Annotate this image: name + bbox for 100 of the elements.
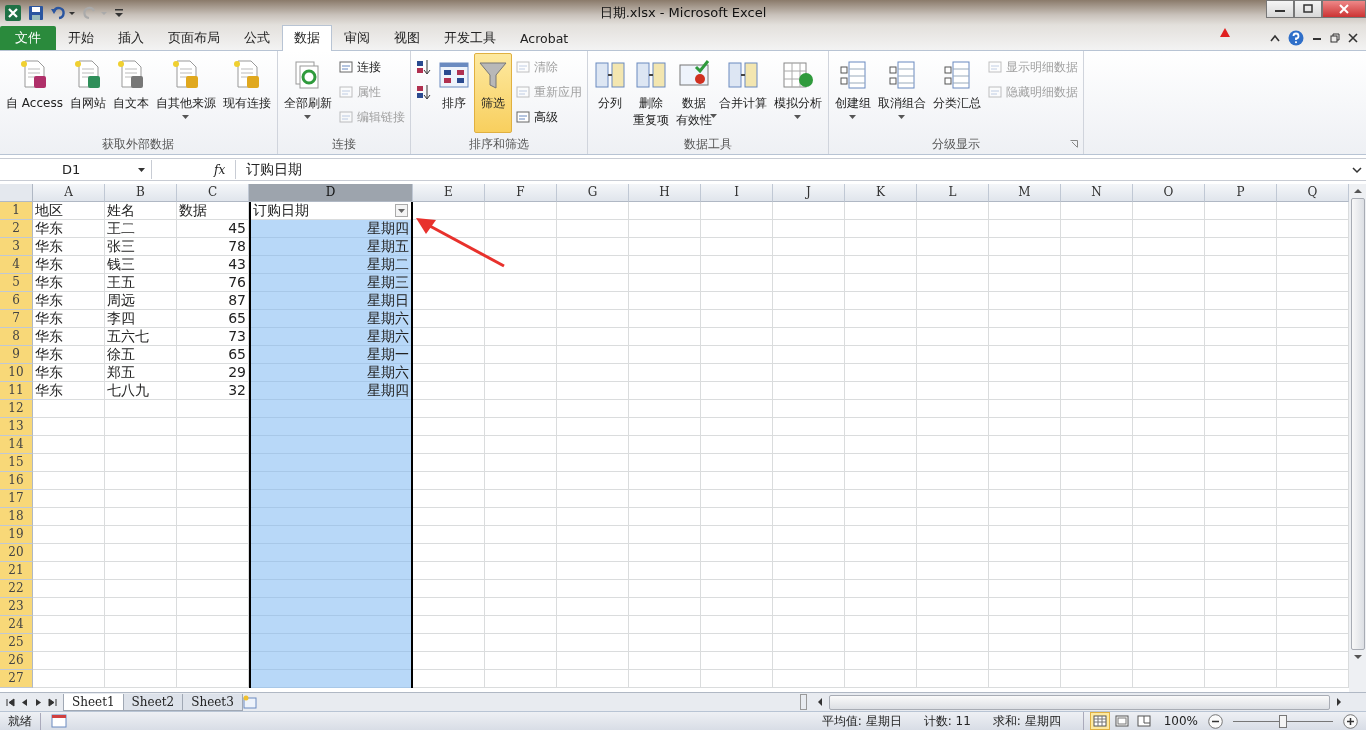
- ribbon-button[interactable]: 取消组合: [874, 53, 929, 133]
- column-header[interactable]: H: [629, 184, 701, 202]
- row-header[interactable]: 19: [0, 526, 33, 544]
- save-icon[interactable]: [28, 4, 44, 21]
- scroll-up-icon[interactable]: [1352, 188, 1363, 194]
- row-header[interactable]: 9: [0, 346, 33, 364]
- column-header[interactable]: O: [1133, 184, 1205, 202]
- ribbon-button[interactable]: 分列: [590, 53, 629, 133]
- vertical-scrollbar[interactable]: [1349, 184, 1366, 692]
- row-header[interactable]: 26: [0, 652, 33, 670]
- row-header[interactable]: 5: [0, 274, 33, 292]
- last-sheet-icon[interactable]: [48, 697, 57, 707]
- sheet-tab[interactable]: Sheet2: [122, 693, 184, 711]
- scroll-left-icon[interactable]: [817, 697, 823, 707]
- macro-record-icon[interactable]: [51, 714, 67, 728]
- ribbon-button[interactable]: 合并计算: [715, 53, 770, 133]
- zoom-slider-thumb[interactable]: [1279, 714, 1287, 728]
- name-box[interactable]: D1: [0, 160, 152, 179]
- formula-field[interactable]: 订购日期: [235, 160, 1348, 179]
- scroll-right-icon[interactable]: [1336, 697, 1342, 707]
- row-header[interactable]: 25: [0, 634, 33, 652]
- sheet-tab[interactable]: Sheet1: [63, 693, 124, 711]
- ribbon-button[interactable]: 连接: [337, 56, 405, 78]
- ribbon-button[interactable]: 高级: [514, 106, 582, 128]
- first-sheet-icon[interactable]: [6, 697, 15, 707]
- ribbon-tab[interactable]: 插入: [106, 26, 156, 50]
- ribbon-button[interactable]: 全部刷新: [280, 53, 335, 133]
- row-header[interactable]: 10: [0, 364, 33, 382]
- ribbon-button[interactable]: 模拟分析: [770, 53, 825, 133]
- next-sheet-icon[interactable]: [34, 697, 43, 707]
- undo-icon[interactable]: [50, 4, 76, 21]
- ribbon-tab[interactable]: Acrobat: [508, 26, 581, 50]
- column-header[interactable]: J: [773, 184, 845, 202]
- help-icon[interactable]: [1288, 30, 1304, 46]
- previous-sheet-icon[interactable]: [20, 697, 29, 707]
- ribbon-button[interactable]: 自文本: [109, 53, 152, 133]
- scroll-down-icon[interactable]: [1352, 654, 1363, 660]
- insert-function-button[interactable]: fx: [212, 162, 228, 177]
- row-header[interactable]: 2: [0, 220, 33, 238]
- row-header[interactable]: 23: [0, 598, 33, 616]
- row-header[interactable]: 15: [0, 454, 33, 472]
- ribbon-tab[interactable]: 公式: [232, 26, 282, 50]
- row-header[interactable]: 8: [0, 328, 33, 346]
- row-header[interactable]: 17: [0, 490, 33, 508]
- ribbon-button[interactable]: 删除 重复项: [629, 53, 672, 133]
- ribbon-tab[interactable]: 页面布局: [156, 26, 232, 50]
- active-cell[interactable]: 订购日期: [251, 202, 411, 220]
- column-header[interactable]: B: [105, 184, 177, 202]
- file-tab[interactable]: 文件: [0, 26, 56, 50]
- ribbon-button[interactable]: 分类汇总: [929, 53, 984, 133]
- row-header[interactable]: 22: [0, 580, 33, 598]
- expand-icon[interactable]: [1351, 165, 1363, 174]
- row-header[interactable]: 3: [0, 238, 33, 256]
- column-header[interactable]: D: [249, 184, 413, 202]
- column-header[interactable]: E: [413, 184, 485, 202]
- collapse-ribbon-icon[interactable]: [1270, 34, 1280, 42]
- column-header[interactable]: C: [177, 184, 249, 202]
- close-button[interactable]: [1322, 0, 1366, 18]
- row-header[interactable]: 13: [0, 418, 33, 436]
- row-header[interactable]: 18: [0, 508, 33, 526]
- minimize-button[interactable]: [1266, 0, 1294, 18]
- normal-view-button[interactable]: [1089, 712, 1110, 730]
- row-header[interactable]: 27: [0, 670, 33, 688]
- ribbon-tab[interactable]: 数据: [282, 25, 332, 51]
- ribbon-button[interactable]: 数据 有效性: [672, 53, 715, 133]
- restore-button[interactable]: [1294, 0, 1322, 18]
- column-header[interactable]: P: [1205, 184, 1277, 202]
- column-header[interactable]: K: [845, 184, 917, 202]
- ribbon-button[interactable]: 现有连接: [219, 53, 274, 133]
- ribbon-button[interactable]: 创建组: [831, 53, 874, 133]
- column-header[interactable]: L: [917, 184, 989, 202]
- ribbon-button[interactable]: 筛选: [473, 53, 512, 133]
- sheet-tab[interactable]: Sheet3: [182, 693, 243, 711]
- ribbon-tab[interactable]: 开发工具: [432, 26, 508, 50]
- row-header[interactable]: 16: [0, 472, 33, 490]
- row-header[interactable]: 24: [0, 616, 33, 634]
- row-header[interactable]: 11: [0, 382, 33, 400]
- row-header[interactable]: 6: [0, 292, 33, 310]
- ribbon-button[interactable]: 排序: [434, 53, 473, 133]
- ribbon-button[interactable]: 自其他来源: [152, 53, 219, 133]
- row-header[interactable]: 20: [0, 544, 33, 562]
- column-header[interactable]: Q: [1277, 184, 1349, 202]
- zoom-out-icon[interactable]: [1208, 713, 1223, 729]
- column-header[interactable]: G: [557, 184, 629, 202]
- dialog-launcher-icon[interactable]: [1069, 140, 1078, 148]
- column-header[interactable]: N: [1061, 184, 1133, 202]
- split-handle[interactable]: [800, 694, 807, 710]
- row-header[interactable]: 4: [0, 256, 33, 274]
- ribbon-button[interactable]: 自 Access: [3, 53, 66, 133]
- zoom-level[interactable]: 100%: [1163, 714, 1198, 728]
- row-header[interactable]: 7: [0, 310, 33, 328]
- filter-dropdown-button[interactable]: [395, 204, 408, 217]
- column-header[interactable]: F: [485, 184, 557, 202]
- ribbon-tab[interactable]: 视图: [382, 26, 432, 50]
- zoom-in-icon[interactable]: [1343, 713, 1358, 729]
- ribbon-tab[interactable]: 审阅: [332, 26, 382, 50]
- column-header[interactable]: A: [33, 184, 105, 202]
- row-header[interactable]: 12: [0, 400, 33, 418]
- ribbon-tab[interactable]: 开始: [56, 26, 106, 50]
- close-icon[interactable]: [1348, 33, 1358, 43]
